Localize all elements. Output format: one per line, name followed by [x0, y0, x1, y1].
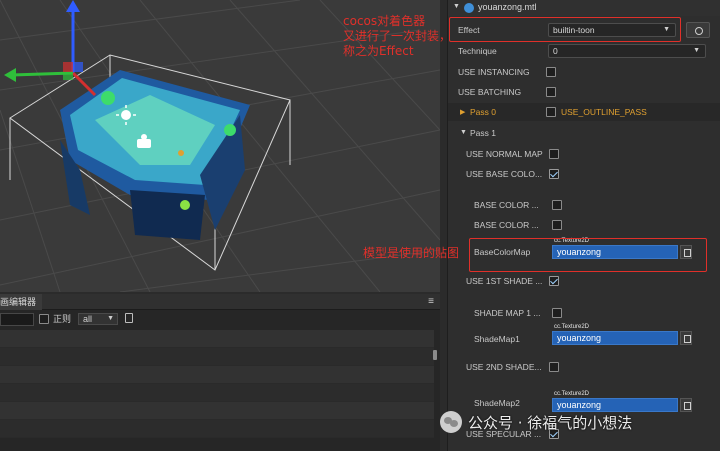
use-batching-checkbox[interactable] [546, 87, 556, 97]
basecolormap-highlight-box [469, 238, 707, 272]
watermark: 公众号 · 徐福气的小想法 [440, 407, 632, 437]
globe-icon [464, 3, 474, 13]
filter-select-value: all [83, 314, 93, 324]
use-2nd-shade-checkbox[interactable] [549, 362, 559, 372]
panel-menu-icon[interactable]: ≡ [428, 296, 434, 308]
document-icon[interactable] [125, 313, 133, 323]
use-base-color-label: USE BASE COLO... [466, 169, 543, 179]
locate-effect-button[interactable] [686, 22, 710, 38]
use-normal-map-checkbox[interactable] [549, 149, 559, 159]
animation-editor-tab[interactable]: 画编辑器 [0, 294, 43, 310]
technique-select-value: 0 [553, 46, 558, 56]
use-instancing-checkbox[interactable] [546, 67, 556, 77]
expand-caret-icon[interactable]: ▶ [460, 108, 465, 116]
animation-editor-panel: 画编辑器 ≡ 正则 all ▼ e [0, 294, 440, 451]
pass1-label: Pass 1 [470, 128, 496, 138]
animation-toolbar: 正则 all ▼ [0, 310, 440, 328]
scrollbar[interactable] [433, 350, 437, 360]
effect-highlight-box [449, 17, 681, 42]
pass0-label: Pass 0 [470, 107, 496, 117]
use-1st-shade-checkbox[interactable] [549, 276, 559, 286]
filter-select[interactable]: all ▼ [78, 313, 118, 325]
browse-asset-button[interactable] [680, 331, 692, 345]
table-row[interactable] [0, 330, 434, 348]
table-row[interactable] [0, 366, 434, 384]
shade-map-1-option-label: SHADE MAP 1 ... [474, 308, 541, 318]
use-base-color-checkbox[interactable] [549, 169, 559, 179]
material-file-name: youanzong.mtl [478, 2, 537, 12]
texture-type-tag: cc.Texture2D [554, 391, 590, 397]
shade-map-1-option-checkbox[interactable] [552, 308, 562, 318]
shade-map1-asset-field[interactable]: youanzong [552, 331, 678, 345]
use-2nd-shade-label: USE 2ND SHADE... [466, 362, 542, 372]
table-row[interactable] [0, 402, 434, 420]
table-row[interactable] [0, 420, 434, 438]
use-normal-map-label: USE NORMAL MAP [466, 149, 543, 159]
chevron-down-icon: ▼ [107, 315, 114, 322]
technique-label: Technique [458, 46, 497, 56]
base-color-option-checkbox[interactable] [552, 200, 562, 210]
use-instancing-label: USE INSTANCING [458, 67, 530, 77]
use-outline-pass-label: USE_OUTLINE_PASS [561, 107, 647, 117]
shade-map1-label: ShadeMap1 [474, 334, 520, 344]
use-batching-label: USE BATCHING [458, 87, 522, 97]
effect-annotation-line: cocos对着色器 [343, 14, 426, 28]
collapse-caret-icon[interactable]: ▼ [460, 129, 467, 136]
base-color-option-checkbox[interactable] [552, 220, 562, 230]
effect-annotation-line: 又进行了一次封装， [343, 29, 452, 43]
watermark-text: 公众号 · 徐福气的小想法 [468, 413, 633, 432]
table-row[interactable] [0, 384, 434, 402]
effect-annotation: cocos对着色器 又进行了一次封装， 称之为Effect [343, 14, 451, 59]
table-row[interactable] [0, 348, 434, 366]
browse-asset-button[interactable] [680, 398, 692, 412]
regex-checkbox[interactable] [39, 314, 49, 324]
texture-annotation: 模型是使用的贴图 [363, 246, 460, 260]
wechat-icon [440, 411, 462, 433]
material-header[interactable]: ▼ youanzong.mtl [448, 0, 720, 16]
effect-annotation-line: 称之为Effect [343, 44, 414, 58]
search-input[interactable] [0, 313, 34, 326]
animation-rows [0, 330, 434, 438]
regex-label: 正则 [53, 314, 72, 324]
technique-select[interactable]: 0 ▼ [548, 44, 706, 58]
collapse-caret-icon[interactable]: ▼ [453, 3, 460, 10]
use-1st-shade-label: USE 1ST SHADE ... [466, 276, 543, 286]
base-color-option-label: BASE COLOR ... [474, 200, 539, 210]
animation-panel-header: 画编辑器 ≡ [0, 294, 440, 310]
inspector-panel: ▼ youanzong.mtl Effect builtin-toon ▼ Te… [447, 0, 720, 451]
shade-map1-value: youanzong [557, 333, 602, 343]
texture-type-tag: cc.Texture2D [554, 324, 590, 330]
base-color-option-label: BASE COLOR ... [474, 220, 539, 230]
chevron-down-icon: ▼ [693, 47, 700, 54]
use-outline-pass-checkbox[interactable] [546, 107, 556, 117]
